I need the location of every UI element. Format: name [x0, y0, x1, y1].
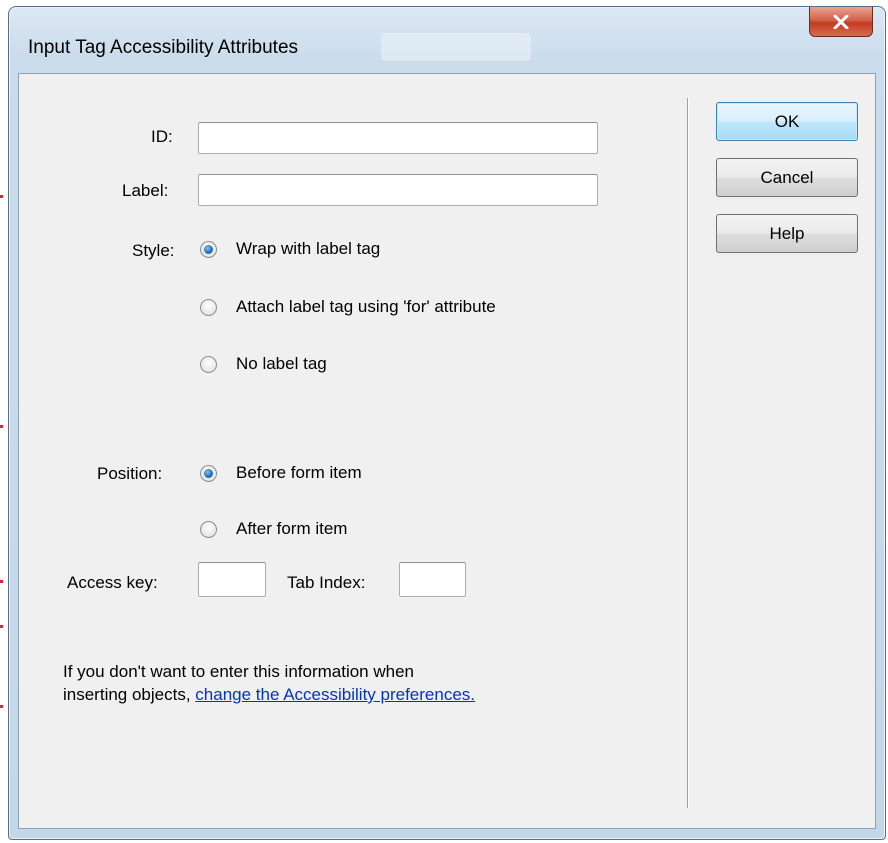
style-option-label: Attach label tag using 'for' attribute — [236, 297, 496, 316]
tab-index-field[interactable] — [399, 562, 466, 597]
accessibility-preferences-link[interactable]: change the Accessibility preferences. — [195, 685, 475, 704]
title-bar[interactable]: Input Tag Accessibility Attributes — [9, 7, 885, 73]
dialog-title: Input Tag Accessibility Attributes — [28, 37, 299, 58]
position-option-after-radio[interactable]: After form item — [200, 519, 347, 539]
radio-button[interactable] — [200, 520, 217, 538]
help-button[interactable]: Help — [716, 214, 858, 253]
radio-button-checked[interactable] — [200, 240, 217, 258]
ok-button[interactable]: OK — [716, 102, 858, 141]
background-mark — [0, 705, 3, 708]
access-key-label: Access key: — [67, 573, 158, 592]
style-label: Style: — [132, 241, 175, 260]
access-key-field[interactable] — [198, 562, 266, 597]
radio-button[interactable] — [200, 298, 217, 316]
id-field[interactable] — [198, 122, 598, 154]
style-option-attach-radio[interactable]: Attach label tag using 'for' attribute — [200, 297, 496, 317]
background-mark — [0, 625, 3, 628]
style-option-label: Wrap with label tag — [236, 239, 381, 258]
style-option-label: No label tag — [236, 354, 327, 373]
background-mark — [0, 425, 3, 428]
style-option-none-radio[interactable]: No label tag — [200, 354, 327, 374]
position-option-label: Before form item — [236, 463, 362, 482]
radio-button-checked[interactable] — [200, 464, 217, 482]
info-message: If you don't want to enter this informat… — [63, 660, 663, 706]
background-window-ghost — [381, 33, 531, 61]
label-label: Label: — [122, 181, 169, 200]
info-text-line2: inserting objects, — [63, 685, 196, 704]
background-mark — [0, 195, 3, 198]
vertical-separator — [687, 98, 688, 808]
tab-index-label: Tab Index: — [287, 573, 366, 592]
position-option-before-radio[interactable]: Before form item — [200, 463, 362, 483]
position-label: Position: — [97, 464, 163, 483]
background-mark — [0, 580, 3, 583]
position-option-label: After form item — [236, 519, 348, 538]
info-text-line1: If you don't want to enter this informat… — [63, 662, 414, 681]
id-label: ID: — [151, 127, 173, 146]
cancel-button[interactable]: Cancel — [716, 158, 858, 197]
dialog-window: Input Tag Accessibility Attributes ID: L… — [8, 6, 886, 840]
label-field[interactable] — [198, 174, 598, 206]
close-icon — [833, 14, 849, 29]
dialog-body: ID: Label: Style: Wrap with label tag At… — [18, 73, 876, 829]
radio-button[interactable] — [200, 355, 217, 373]
style-option-wrap-radio[interactable]: Wrap with label tag — [200, 239, 380, 259]
close-button[interactable] — [809, 7, 873, 37]
